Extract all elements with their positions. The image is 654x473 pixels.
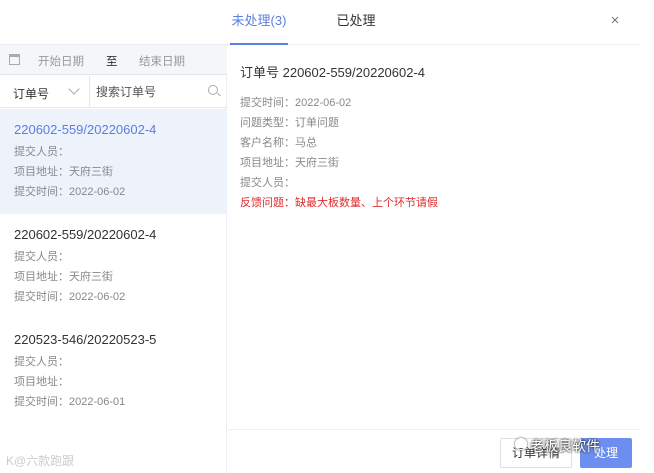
date-end-field[interactable]: 结束日期 [139, 53, 185, 69]
order-number: 220602-559/20220602-4 [14, 122, 157, 137]
search-icon[interactable] [208, 85, 218, 95]
tab-unprocessed[interactable]: 未处理(3) [230, 0, 288, 45]
date-start-field[interactable]: 开始日期 [38, 53, 84, 69]
order-submitter: 提交人员： [14, 146, 69, 158]
order-number: 220602-559/20220602-4 [14, 227, 157, 242]
order-address: 项目地址： [14, 376, 69, 388]
order-submitter: 提交人员： [14, 356, 69, 368]
search-type-select[interactable]: 订单号 [0, 76, 90, 108]
search-row: 订单号 [0, 76, 227, 108]
order-time: 提交时间：2022-06-01 [14, 396, 126, 408]
close-icon[interactable]: × [606, 10, 624, 32]
calendar-icon [9, 54, 20, 65]
detail-title: 订单号 220602-559/20220602-4 [240, 65, 426, 80]
detail-feedback: 反馈问题：缺最大板数量、上个环节请假 [240, 197, 438, 209]
wechat-icon [515, 438, 527, 450]
watermark-left: K@六款跑跟 [6, 454, 75, 468]
detail-address: 项目地址：天府三街 [240, 157, 339, 169]
order-list-panel: 开始日期 至 结束日期 订单号 220602-559/20220602-4 提交… [0, 45, 227, 473]
order-address: 项目地址：天府三街 [14, 271, 113, 283]
top-tab-bar: 未处理(3) 已处理 × [0, 0, 640, 45]
order-detail-panel: 订单号 220602-559/20220602-4 提交时间：2022-06-0… [240, 62, 630, 213]
date-range-picker[interactable]: 开始日期 至 结束日期 [0, 45, 227, 75]
order-time: 提交时间：2022-06-02 [14, 186, 126, 198]
tab-processed[interactable]: 已处理 [336, 0, 376, 45]
detail-customer: 客户名称：马总 [240, 137, 317, 149]
search-type-value: 订单号 [13, 87, 50, 101]
order-submitter: 提交人员： [14, 251, 69, 263]
detail-submit-time: 提交时间：2022-06-02 [240, 97, 352, 109]
chevron-down-icon [68, 83, 80, 95]
detail-issue-type: 问题类型：订单问题 [240, 117, 339, 129]
order-list-item-3[interactable]: 220523-546/20220523-5 提交人员： 项目地址： 提交时间：2… [0, 319, 227, 424]
watermark-right: 老板良软件 [530, 438, 600, 454]
order-number: 220523-546/20220523-5 [14, 332, 157, 347]
order-list: 220602-559/20220602-4 提交人员： 项目地址：天府三街 提交… [0, 109, 227, 424]
search-input[interactable] [96, 80, 200, 104]
order-list-item-2[interactable]: 220602-559/20220602-4 提交人员： 项目地址：天府三街 提交… [0, 214, 227, 319]
detail-submitter: 提交人员： [240, 177, 295, 189]
order-address: 项目地址：天府三街 [14, 166, 113, 178]
order-time: 提交时间：2022-06-02 [14, 291, 126, 303]
date-range-separator: 至 [106, 56, 118, 68]
order-list-item-1[interactable]: 220602-559/20220602-4 提交人员： 项目地址：天府三街 提交… [0, 109, 227, 214]
